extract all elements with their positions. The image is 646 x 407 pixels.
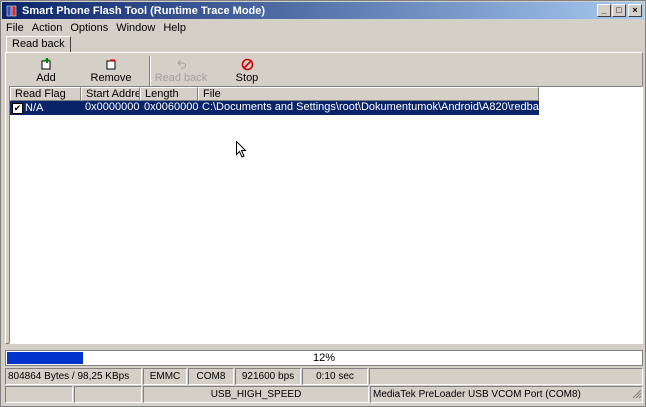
progress-bar: 12% [5, 350, 643, 366]
read-back-list[interactable]: Read Flag Start Address Length File ✔ N/… [9, 86, 643, 344]
column-length[interactable]: Length [140, 87, 198, 101]
list-header: Read Flag Start Address Length File [10, 87, 539, 101]
status-storage: EMMC [143, 368, 187, 385]
status-empty-1 [369, 368, 643, 385]
status-baud: 921600 bps [235, 368, 301, 385]
stop-icon [240, 57, 254, 71]
remove-button[interactable]: Remove [80, 56, 142, 86]
tab-read-back[interactable]: Read back [6, 36, 71, 52]
menu-bar: File Action Options Window Help [2, 20, 644, 36]
cell-length: 0x00600000 [140, 101, 198, 115]
remove-icon [104, 57, 118, 71]
remove-label: Remove [90, 72, 132, 84]
window-controls: _ □ × [596, 4, 642, 17]
cell-start-address: 0x0000000... [81, 101, 140, 115]
add-label: Add [36, 72, 56, 84]
close-button[interactable]: × [628, 4, 642, 17]
menu-help[interactable]: Help [159, 22, 190, 34]
title-bar[interactable]: Smart Phone Flash Tool (Runtime Trace Mo… [2, 2, 644, 19]
main-window: Smart Phone Flash Tool (Runtime Trace Mo… [0, 0, 646, 407]
minimize-button[interactable]: _ [597, 4, 611, 17]
menu-file[interactable]: File [2, 22, 28, 34]
menu-action[interactable]: Action [28, 22, 67, 34]
add-button[interactable]: Add [15, 56, 77, 86]
cell-file: C:\Documents and Settings\root\Dokumentu… [198, 101, 539, 115]
mouse-cursor-icon [236, 140, 247, 161]
status-bar-bottom: USB_HIGH_SPEED MediaTek PreLoader USB VC… [5, 386, 643, 403]
read-flag-value: N/A [25, 101, 44, 114]
cell-read-flag: ✔ N/A [10, 101, 81, 115]
read-back-panel: Add Remove Read back Stop Read Flag Star… [5, 52, 643, 344]
stop-button[interactable]: Stop [216, 56, 278, 86]
stop-label: Stop [235, 72, 259, 84]
menu-options[interactable]: Options [66, 22, 112, 34]
maximize-button[interactable]: □ [612, 4, 626, 17]
toolbar: Add Remove Read back Stop [9, 56, 639, 86]
window-title: Smart Phone Flash Tool (Runtime Trace Mo… [22, 4, 266, 17]
undo-arrow-icon [174, 57, 188, 71]
column-read-flag[interactable]: Read Flag [10, 87, 81, 101]
status-time: 0:10 sec [302, 368, 368, 385]
resize-grip-icon[interactable] [631, 388, 642, 402]
status-device: MediaTek PreLoader USB VCOM Port (COM8) [370, 386, 643, 403]
tab-strip: Read back [2, 36, 644, 52]
column-file[interactable]: File [198, 87, 539, 101]
app-icon [5, 4, 19, 18]
status-empty-2 [5, 386, 73, 403]
status-empty-3 [74, 386, 142, 403]
read-back-label: Read back [154, 72, 208, 84]
add-icon [39, 57, 53, 71]
status-bar-top: 804864 Bytes / 98,25 KBps EMMC COM8 9216… [5, 368, 643, 385]
menu-window[interactable]: Window [112, 22, 159, 34]
table-row[interactable]: ✔ N/A 0x0000000... 0x00600000 C:\Documen… [10, 101, 539, 115]
status-port: COM8 [188, 368, 234, 385]
row-checkbox[interactable]: ✔ [12, 102, 23, 114]
column-start-address[interactable]: Start Address [81, 87, 140, 101]
progress-percent: 12% [312, 352, 336, 364]
read-back-button[interactable]: Read back [150, 56, 212, 86]
status-transfer-rate: 804864 Bytes / 98,25 KBps [5, 368, 142, 385]
status-usb-speed: USB_HIGH_SPEED [143, 386, 369, 403]
